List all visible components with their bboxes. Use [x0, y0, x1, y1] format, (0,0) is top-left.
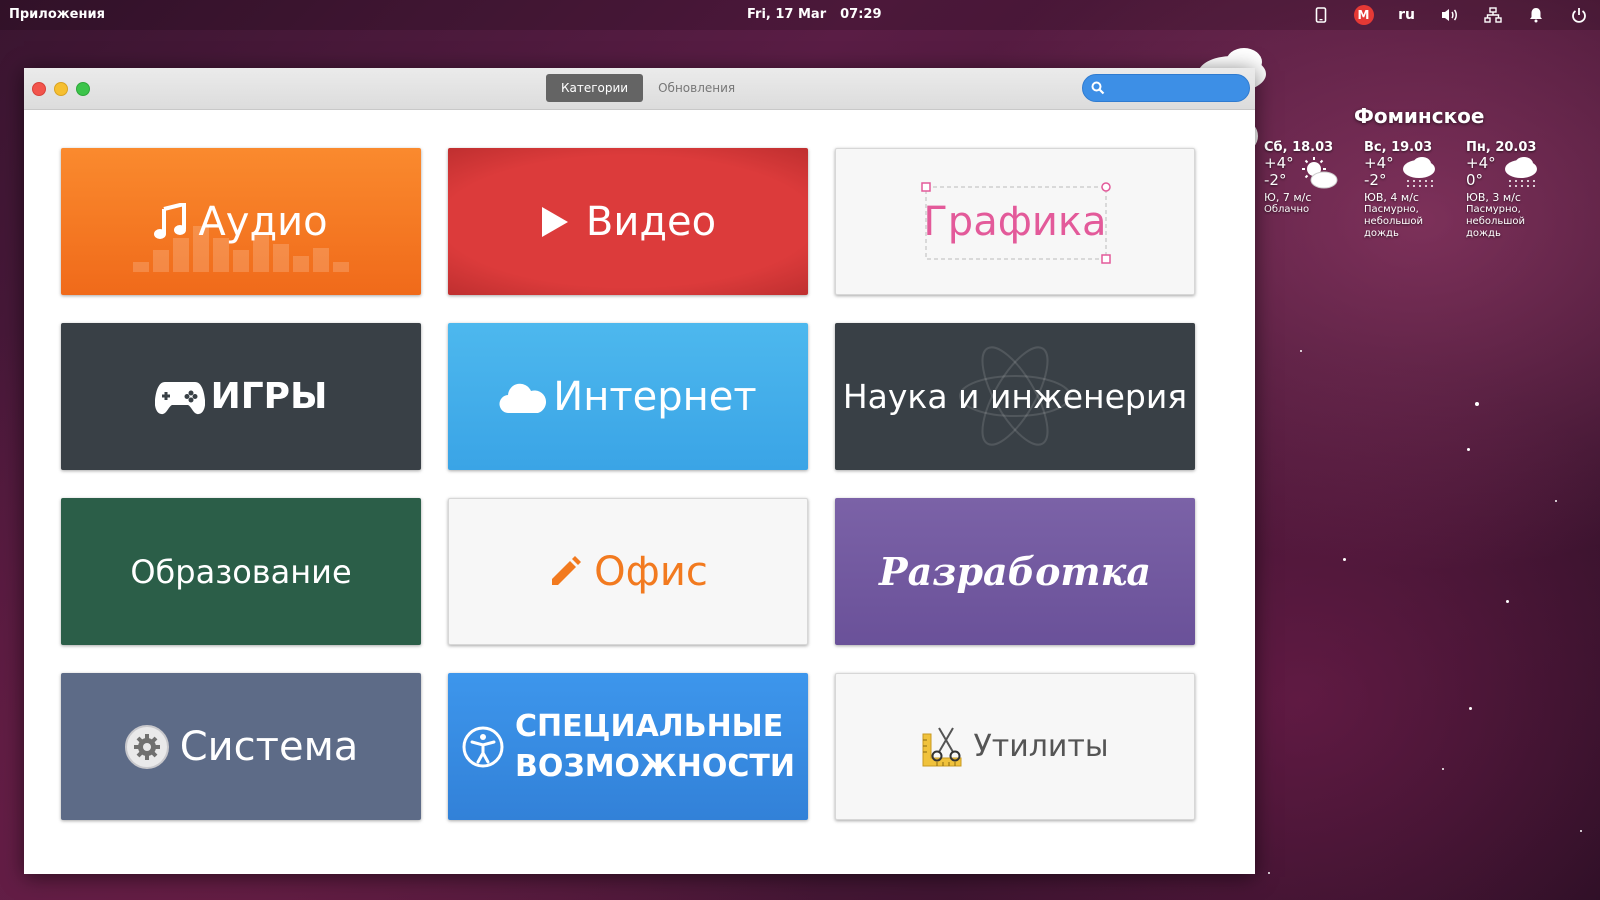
- weather-day-name: Сб, 18.03: [1264, 140, 1334, 155]
- mail-icon: M: [1353, 5, 1374, 25]
- star: [1555, 500, 1557, 502]
- category-science[interactable]: Наука и инженерия: [835, 323, 1195, 470]
- category-education[interactable]: Образование: [61, 498, 421, 645]
- star: [1469, 707, 1472, 710]
- view-switcher: Категории Обновления: [546, 74, 750, 102]
- category-label: Видео: [585, 198, 717, 245]
- phone-icon[interactable]: [1299, 0, 1342, 30]
- star: [1300, 350, 1302, 352]
- category-label: Утилиты: [973, 729, 1109, 764]
- mail-indicator[interactable]: M: [1342, 0, 1385, 30]
- category-label: Наука и инженерия: [842, 377, 1188, 416]
- notifications-icon[interactable]: [1514, 0, 1557, 30]
- clock-time: 07:29: [840, 7, 882, 22]
- category-label: ИГРЫ: [210, 376, 328, 417]
- gamepad-icon: [154, 381, 205, 414]
- star: [1580, 830, 1582, 832]
- tab-updates[interactable]: Обновления: [643, 74, 750, 102]
- star: [1467, 448, 1470, 451]
- search-box[interactable]: [1082, 74, 1250, 102]
- volume-icon[interactable]: [1428, 0, 1471, 30]
- category-label: Разработка: [879, 549, 1151, 594]
- category-label: Графика: [923, 198, 1107, 245]
- tab-categories[interactable]: Категории: [546, 74, 644, 102]
- star: [1506, 600, 1509, 603]
- weather-day-name: Вс, 19.03: [1364, 140, 1433, 155]
- close-button[interactable]: [32, 82, 46, 96]
- applications-menu[interactable]: Приложения: [9, 7, 105, 22]
- weather-condition: небольшой: [1466, 216, 1526, 227]
- ruler-scissors-icon: [922, 726, 962, 766]
- weather-day: Вс, 19.03 +4° -2° ЮВ, 4 м/с Пасмурно, не…: [1364, 140, 1466, 240]
- pencil-icon: [552, 555, 582, 585]
- weather-condition: Пасмурно,: [1466, 204, 1521, 215]
- clock-date: Fri, 17 Mar: [747, 7, 827, 22]
- category-label: Офис: [594, 548, 708, 595]
- maximize-button[interactable]: [76, 82, 90, 96]
- category-internet[interactable]: Интернет: [448, 323, 808, 470]
- rain-cloud-icon: [1403, 157, 1435, 189]
- category-accessibility[interactable]: СПЕЦИАЛЬНЫЕ ВОЗМОЖНОСТИ: [448, 673, 808, 820]
- category-video[interactable]: Видео: [448, 148, 808, 295]
- weather-day: Пн, 20.03 +4° 0° ЮВ, 3 м/с Пасмурно, неб…: [1466, 140, 1568, 240]
- gear-disc-icon: [124, 724, 169, 769]
- top-panel: Приложения Fri, 17 Mar 07:29 M ru: [0, 0, 1600, 30]
- star: [1442, 768, 1444, 770]
- search-input[interactable]: [1111, 80, 1231, 96]
- category-label: Интернет: [553, 373, 757, 420]
- category-label: Аудио: [198, 198, 328, 245]
- music-note-icon: [154, 202, 187, 239]
- star: [1343, 558, 1346, 561]
- category-audio[interactable]: Аудио: [61, 148, 421, 295]
- star: [1268, 872, 1270, 874]
- minimize-button[interactable]: [54, 82, 68, 96]
- weather-wind: ЮВ, 4 м/с: [1364, 191, 1419, 204]
- accessibility-icon: [462, 726, 504, 767]
- indicators: M ru: [1299, 0, 1600, 30]
- keyboard-layout[interactable]: ru: [1385, 0, 1428, 30]
- weather-wind: ЮВ, 3 м/с: [1466, 191, 1521, 204]
- category-label: Образование: [130, 552, 352, 591]
- titlebar[interactable]: Категории Обновления: [24, 68, 1255, 110]
- category-label-line2: ВОЗМОЖНОСТИ: [515, 748, 795, 784]
- weather-condition: Облачно: [1264, 204, 1310, 215]
- partly-cloudy-icon: [1302, 157, 1338, 189]
- weather-condition: дождь: [1466, 228, 1501, 239]
- play-icon: [541, 206, 568, 237]
- weather-condition: небольшой: [1364, 216, 1424, 227]
- category-graphics[interactable]: Графика: [835, 148, 1195, 295]
- weather-day: Сб, 18.03 +4° -2° Ю, 7 м/с Облачно: [1264, 140, 1366, 216]
- rain-cloud-icon: [1505, 157, 1537, 189]
- category-development[interactable]: Разработка: [835, 498, 1195, 645]
- category-label: Система: [179, 723, 359, 770]
- category-system[interactable]: Система: [61, 673, 421, 820]
- app-center-window: Категории Обновления Аудио Видео Графика…: [24, 68, 1255, 874]
- category-label-line1: СПЕЦИАЛЬНЫЕ: [515, 708, 784, 744]
- network-icon[interactable]: [1471, 0, 1514, 30]
- cloud-icon: [499, 383, 547, 413]
- power-icon[interactable]: [1557, 0, 1600, 30]
- weather-condition: Пасмурно,: [1364, 204, 1419, 215]
- category-label: СПЕЦИАЛЬНЫЕ ВОЗМОЖНОСТИ: [515, 707, 795, 787]
- category-utilities[interactable]: Утилиты: [835, 673, 1195, 820]
- category-office[interactable]: Офис: [448, 498, 808, 645]
- search-icon: [1091, 81, 1105, 95]
- star: [1475, 402, 1479, 406]
- weather-day-name: Пн, 20.03: [1466, 140, 1537, 155]
- clock[interactable]: Fri, 17 Mar 07:29: [747, 7, 882, 22]
- category-games[interactable]: ИГРЫ: [61, 323, 421, 470]
- weather-city: Фоминское: [1354, 104, 1485, 128]
- weather-wind: Ю, 7 м/с: [1264, 191, 1312, 204]
- weather-condition: дождь: [1364, 228, 1399, 239]
